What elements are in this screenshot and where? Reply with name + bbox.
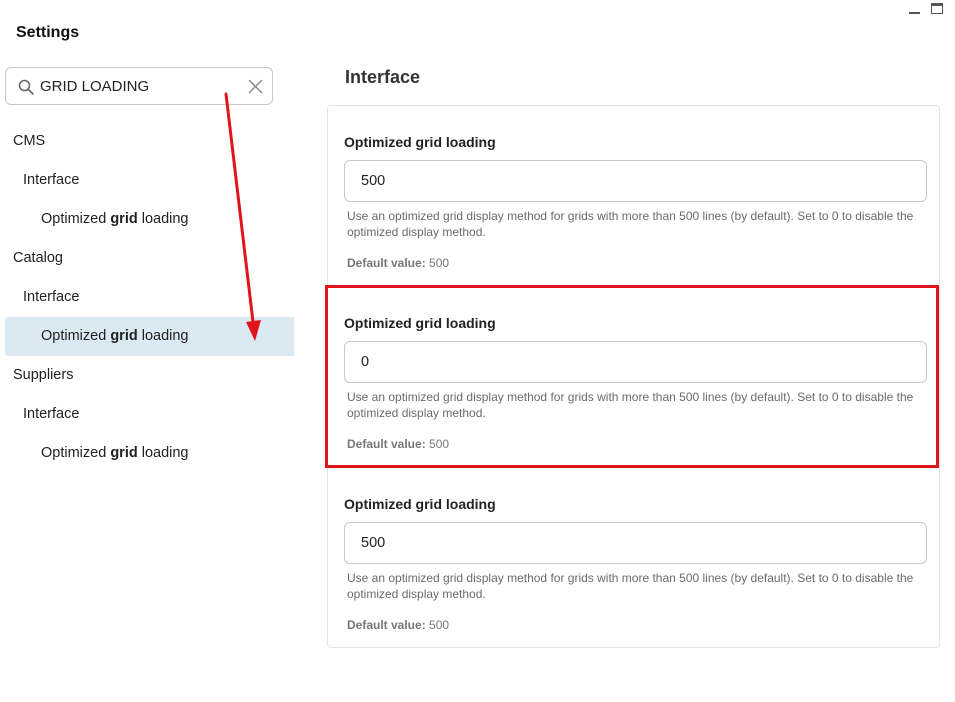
setting-default: Default value: 500 — [347, 256, 927, 270]
tree-item-label: loading — [137, 445, 189, 461]
tree-item-label: Optimized — [41, 445, 111, 461]
grid-loading-input[interactable] — [344, 522, 927, 564]
tree-item-label: Optimized — [41, 328, 111, 344]
setting-cms-optimized-grid-loading: Optimized grid loading Use an optimized … — [344, 134, 927, 270]
default-label: Default value: — [347, 256, 426, 270]
window-controls — [908, 2, 943, 15]
tree-item-label: loading — [137, 211, 189, 227]
tree-item-suppliers[interactable]: Suppliers — [5, 356, 294, 395]
setting-help: Use an optimized grid display method for… — [347, 209, 914, 239]
tree-item-catalog-interface[interactable]: Interface — [5, 278, 294, 317]
setting-help: Use an optimized grid display method for… — [347, 571, 914, 601]
tree-item-cms-interface[interactable]: Interface — [5, 161, 294, 200]
tree-item-match: grid — [110, 445, 138, 461]
setting-default: Default value: 500 — [347, 618, 927, 632]
tree-item-suppliers-optimized-grid-loading[interactable]: Optimized grid loading — [5, 434, 294, 473]
settings-tree: CMS Interface Optimized grid loading Cat… — [5, 122, 294, 473]
highlight-box — [325, 285, 939, 468]
search-input[interactable] — [40, 74, 240, 98]
search-box[interactable] — [5, 67, 273, 105]
setting-label: Optimized grid loading — [344, 134, 496, 150]
tree-item-cms-optimized-grid-loading[interactable]: Optimized grid loading — [5, 200, 294, 239]
setting-suppliers-optimized-grid-loading: Optimized grid loading Use an optimized … — [344, 496, 927, 632]
tree-item-catalog-optimized-grid-loading[interactable]: Optimized grid loading — [5, 317, 294, 356]
tree-item-suppliers-interface[interactable]: Interface — [5, 395, 294, 434]
tree-item-cms[interactable]: CMS — [5, 122, 294, 161]
maximize-icon[interactable] — [931, 3, 943, 14]
minimize-icon[interactable] — [908, 2, 921, 15]
default-label: Default value: — [347, 618, 426, 632]
default-value: 500 — [429, 256, 450, 270]
tree-item-label: Optimized — [41, 211, 111, 227]
section-title: Interface — [345, 67, 421, 87]
search-icon — [18, 79, 34, 95]
tree-item-catalog[interactable]: Catalog — [5, 239, 294, 278]
setting-label: Optimized grid loading — [344, 496, 496, 512]
close-icon[interactable] — [248, 79, 263, 94]
grid-loading-input[interactable] — [344, 160, 927, 202]
tree-item-match: grid — [110, 328, 138, 344]
app-title: Settings — [16, 24, 80, 41]
default-value: 500 — [429, 618, 450, 632]
tree-item-label: loading — [137, 328, 189, 344]
tree-item-match: grid — [110, 211, 138, 227]
